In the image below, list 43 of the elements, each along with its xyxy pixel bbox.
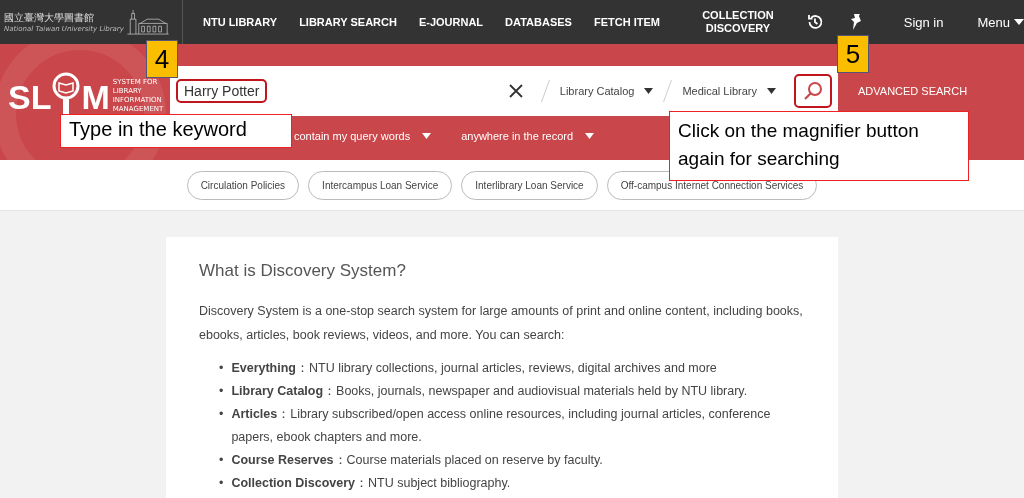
list-item-text: Articles：Library subscribed/open access online resources, including journal articles, conference papers, ebook chapters and more. <box>231 406 772 446</box>
bullet: • <box>219 383 224 400</box>
nav-link[interactable]: E-JOURNAL <box>418 16 484 28</box>
list-item-text: Everything：NTU library collections, journal articles, reviews, digital archives and more <box>231 360 717 377</box>
caret-icon <box>1014 19 1024 25</box>
menu-button[interactable]: Menu <box>977 14 1024 30</box>
library-name: 國立臺灣大學圖書館 <box>4 11 95 25</box>
slim-logo-text: M <box>81 78 110 116</box>
caret-icon <box>422 133 432 139</box>
bullet: • <box>219 406 224 423</box>
caret-icon <box>585 133 595 139</box>
nav-link[interactable]: DATABASES <box>505 16 572 28</box>
callout-tooltip: Type in the keyword <box>60 114 292 148</box>
slim-logo-text: SL <box>8 78 52 116</box>
step-badge: 5 <box>837 35 869 73</box>
list-item-text: Collection Discovery：NTU subject bibliography. <box>231 475 511 492</box>
magnifier-book-icon <box>51 72 82 116</box>
filter-dropdown[interactable]: contain my query words <box>294 130 432 142</box>
search-icon <box>803 81 823 101</box>
clear-icon[interactable] <box>508 84 523 98</box>
callout-tooltip: Click on the magnifier button again for searching <box>669 111 969 181</box>
nav-link[interactable]: FETCH ITEM <box>593 16 660 28</box>
caret-icon <box>644 88 654 94</box>
search-field[interactable]: Harry Potter <box>176 79 268 103</box>
nav-link[interactable]: NTU LIBRARY <box>202 16 278 28</box>
filter-dropdown[interactable]: anywhere in the record <box>461 130 595 142</box>
intro-paragraph: Discovery System is a one-stop search system for large amounts of print and online content, including books, ebooks, articles, book reviews, videos, and more. You can search: <box>199 303 804 344</box>
bullet: • <box>219 452 224 469</box>
section-heading: What is Discovery System? <box>199 261 407 281</box>
step-badge: 4 <box>146 40 178 78</box>
scope-dropdown[interactable]: Library Catalog <box>555 85 658 97</box>
bullet: • <box>219 360 224 377</box>
bullet: • <box>219 475 224 492</box>
list-item-text: Library Catalog：Books, journals, newspaper and audiovisual materials held by NTU library. <box>231 383 748 400</box>
caret-icon <box>767 88 776 94</box>
search-button[interactable] <box>794 74 832 108</box>
advanced-search-link[interactable]: ADVANCED SEARCH <box>858 85 968 97</box>
nav-link[interactable]: LIBRARY SEARCH <box>299 16 397 28</box>
nav-link[interactable]: COLLECTION DISCOVERY <box>697 9 778 35</box>
history-icon[interactable] <box>805 13 824 31</box>
sign-in-link[interactable]: Sign in <box>903 14 944 30</box>
list-item-text: Course Reserves：Course materials placed on reserve by faculty. <box>231 452 603 469</box>
library-dropdown[interactable]: Medical Library <box>678 85 780 97</box>
